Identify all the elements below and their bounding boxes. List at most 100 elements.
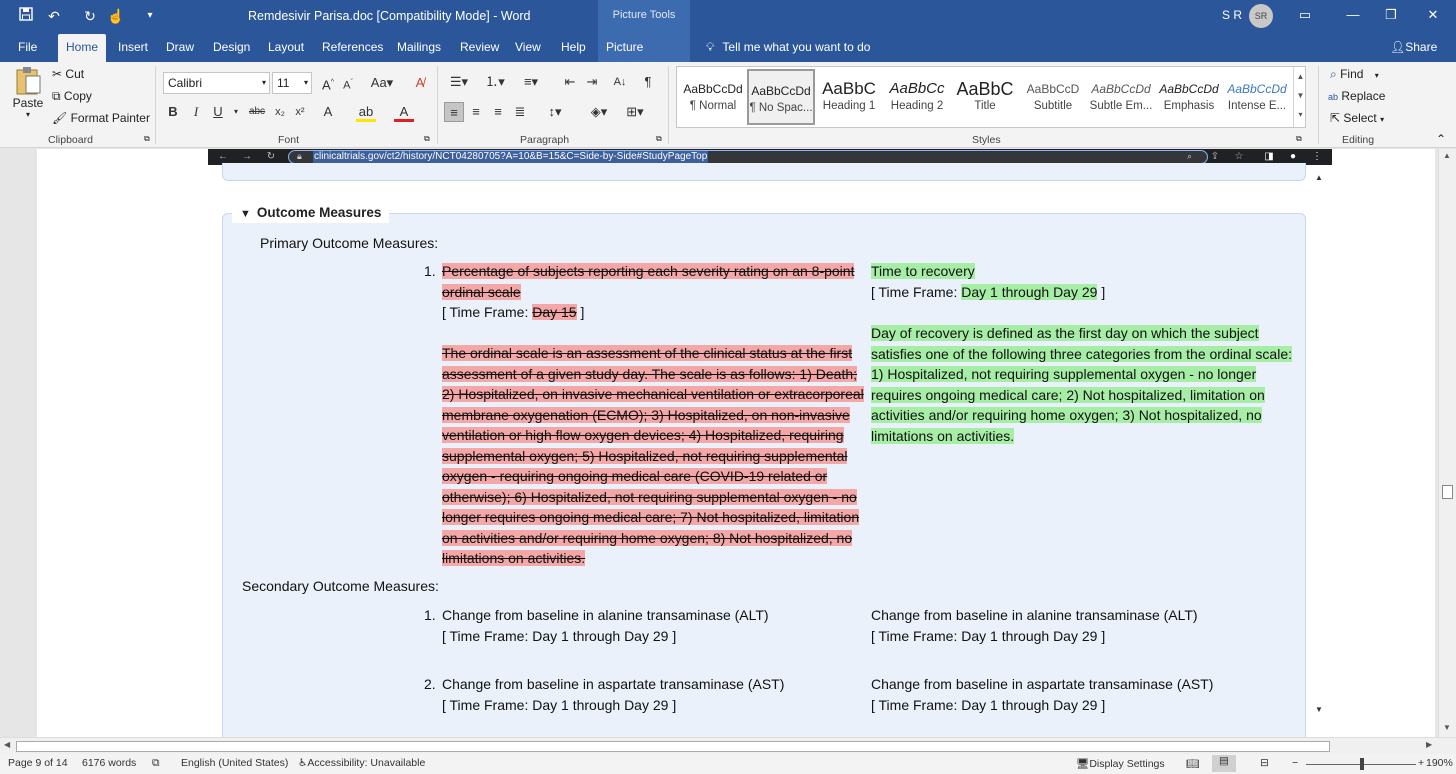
select-button[interactable]: ⇱ Select ▾ [1330, 111, 1384, 125]
scroll-up-icon[interactable]: ▲ [1443, 151, 1451, 160]
replace-button[interactable]: ab Replace [1328, 89, 1385, 103]
paragraph-launcher-icon[interactable]: ⧉ [656, 134, 662, 144]
vertical-scrollbar[interactable]: ▲ ▼ [1438, 149, 1456, 737]
page-count[interactable]: Page 9 of 14 [8, 757, 68, 769]
zoom-slider-thumb[interactable] [1360, 758, 1364, 770]
style-normal[interactable]: AaBbCcDd ¶ Normal [679, 69, 747, 125]
style-heading-1[interactable]: AaBbC Heading 1 [815, 69, 883, 125]
zoom-level[interactable]: 190% [1426, 757, 1453, 769]
line-spacing-icon[interactable]: ↕▾ [540, 102, 570, 122]
multilevel-list-icon[interactable]: ≡▾ [516, 72, 546, 92]
increase-indent-icon[interactable]: ⇥ [582, 72, 602, 92]
tab-design[interactable]: Design [205, 34, 258, 62]
zoom-in-icon[interactable]: + [1418, 757, 1424, 769]
web-layout-icon[interactable]: ⊟ [1260, 757, 1269, 769]
zoom-out-icon[interactable]: − [1292, 757, 1298, 769]
print-layout-icon[interactable]: ▤ [1212, 755, 1236, 772]
align-right-icon[interactable]: ≡ [488, 102, 508, 122]
subscript-icon[interactable]: x₂ [270, 102, 290, 122]
tab-home[interactable]: Home [58, 34, 106, 62]
save-icon[interactable] [16, 6, 36, 26]
restore-button[interactable]: ❐ [1368, 0, 1414, 30]
scroll-right-icon[interactable]: ▶ [1426, 740, 1432, 749]
display-settings-button[interactable]: 🖥︎Display Settings [1076, 757, 1165, 770]
style-no-spacing[interactable]: AaBbCcDd ¶ No Spac... [747, 69, 815, 125]
grow-font-icon[interactable]: A^ [318, 73, 338, 93]
font-size-field[interactable]: 11 ▾ [272, 72, 312, 94]
copy-button[interactable]: ⧉ Copy [52, 89, 92, 104]
customize-quick-access-icon[interactable]: ▾ [140, 6, 160, 26]
pasted-picture[interactable]: ← → ↻ 🔒︎ clinicaltrials.gov/ct2/history/… [208, 149, 1332, 737]
font-name-field[interactable]: Calibri ▾ [163, 72, 270, 94]
word-count[interactable]: 6176 words [82, 757, 136, 769]
style-subtle-emphasis[interactable]: AaBbCcDd Subtle Em... [1087, 69, 1155, 125]
underline-icon[interactable]: U [208, 102, 228, 122]
tab-view[interactable]: View [507, 34, 549, 62]
align-left-icon[interactable]: ≡ [444, 102, 464, 122]
avatar[interactable]: SR [1249, 4, 1273, 28]
bold-icon[interactable]: B [163, 102, 183, 122]
tab-review[interactable]: Review [452, 34, 507, 62]
tab-draw[interactable]: Draw [158, 34, 202, 62]
tab-help[interactable]: Help [553, 34, 594, 62]
align-center-icon[interactable]: ≡ [466, 102, 486, 122]
numbering-icon[interactable]: ⒈▾ [480, 72, 510, 92]
superscript-icon[interactable]: x² [290, 102, 310, 122]
styles-scroll[interactable]: ▲ ▼ ▾ [1293, 67, 1307, 127]
clipboard-launcher-icon[interactable]: ⧉ [144, 134, 150, 144]
bullets-icon[interactable]: ☰▾ [444, 72, 474, 92]
accessibility-status[interactable]: ♿︎Accessibility: Unavailable [298, 757, 425, 769]
italic-icon[interactable]: I [186, 102, 206, 122]
change-case-icon[interactable]: Aa▾ [368, 73, 396, 93]
scroll-down-icon[interactable]: ▼ [1443, 723, 1451, 732]
share-button[interactable]: 👤︎Share [1390, 34, 1437, 62]
tell-me-search[interactable]: 💡︎ Tell me what you want to do [706, 34, 870, 62]
style-title[interactable]: AaBbC Title [951, 69, 1019, 125]
style-intense-emphasis[interactable]: AaBbCcDd Intense E... [1223, 69, 1291, 125]
highlight-icon[interactable]: ab [356, 102, 376, 122]
language[interactable]: English (United States) [181, 757, 288, 769]
clear-formatting-icon[interactable]: A̸ [410, 73, 430, 93]
vertical-scroll-thumb[interactable] [1442, 485, 1453, 499]
decrease-indent-icon[interactable]: ⇤ [560, 72, 580, 92]
paste-button[interactable]: Paste ▾ [10, 66, 46, 126]
tab-mailings[interactable]: Mailings [389, 34, 449, 62]
tab-insert[interactable]: Insert [110, 34, 156, 62]
more-styles-icon[interactable]: ▾ [1294, 105, 1307, 124]
borders-icon[interactable]: ⊞▾ [620, 102, 650, 122]
tab-file[interactable]: File [10, 34, 45, 62]
font-color-icon[interactable]: A [394, 102, 414, 122]
close-button[interactable]: ✕ [1410, 0, 1456, 30]
font-launcher-icon[interactable]: ⧉ [424, 134, 430, 144]
shrink-font-icon[interactable]: Aˇ [338, 73, 358, 93]
tab-references[interactable]: References [314, 34, 391, 62]
sort-icon[interactable]: A↓ [610, 72, 630, 92]
shading-icon[interactable]: ◈▾ [584, 102, 614, 122]
ribbon-display-options-icon[interactable]: ▭ [1282, 0, 1328, 30]
scroll-left-icon[interactable]: ◀ [4, 740, 10, 749]
justify-icon[interactable]: ≣ [510, 102, 530, 122]
style-subtitle[interactable]: AaBbCcD Subtitle [1019, 69, 1087, 125]
collapse-ribbon-icon[interactable]: ⌃ [1436, 132, 1446, 146]
find-button[interactable]: ⌕ Find ▾ [1330, 67, 1379, 82]
horizontal-scrollbar[interactable]: ◀ ▶ [0, 737, 1456, 754]
strikethrough-icon[interactable]: abc [245, 102, 269, 122]
chevron-down-icon[interactable]: ▼ [1294, 86, 1307, 105]
style-emphasis[interactable]: AaBbCcDd Emphasis [1155, 69, 1223, 125]
cut-button[interactable]: ✂ Cut [52, 67, 84, 81]
touch-mode-icon[interactable]: ☝ [106, 6, 126, 26]
tab-layout[interactable]: Layout [260, 34, 312, 62]
proofing-icon[interactable]: ⧉ [152, 757, 160, 770]
read-mode-icon[interactable]: 📖︎ [1186, 757, 1199, 770]
redo-icon[interactable]: ↻ [80, 6, 100, 26]
tab-picture-format[interactable]: Picture Format [598, 34, 690, 80]
horizontal-scroll-thumb[interactable] [16, 741, 1330, 752]
show-formatting-marks-icon[interactable]: ¶ [638, 72, 658, 92]
styles-launcher-icon[interactable]: ⧉ [1296, 134, 1302, 144]
undo-icon[interactable]: ↶ [44, 6, 64, 26]
text-effects-icon[interactable]: A [318, 102, 338, 122]
chevron-down-icon[interactable]: ▾ [226, 102, 246, 122]
chevron-up-icon[interactable]: ▲ [1294, 67, 1307, 86]
style-heading-2[interactable]: AaBbCc Heading 2 [883, 69, 951, 125]
format-painter-button[interactable]: 🖌︎ Format Painter [52, 111, 150, 125]
